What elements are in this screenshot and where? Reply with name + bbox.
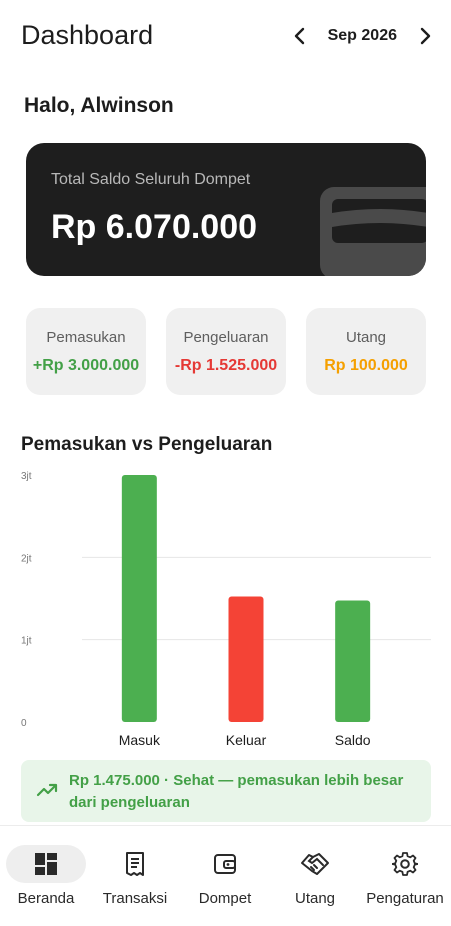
receipt-icon xyxy=(126,852,144,876)
balance-summary-text: Rp 1.475.000 · Sehat — pemasukan lebih b… xyxy=(69,772,404,811)
greeting-text: Halo, Alwinson xyxy=(24,94,174,117)
next-month-button[interactable] xyxy=(411,22,439,50)
previous-month-button[interactable] xyxy=(286,22,314,50)
chevron-right-icon xyxy=(420,27,431,45)
stats-row: Pemasukan +Rp 3.000.000 Pengeluaran -Rp … xyxy=(26,308,426,395)
nav-item-beranda[interactable]: Beranda xyxy=(1,826,91,926)
gear-icon xyxy=(392,852,418,876)
nav-label-utang: Utang xyxy=(294,890,336,907)
wallet-icon xyxy=(214,854,236,874)
y-tick-label: 3jt xyxy=(21,471,32,482)
y-tick-label: 1jt xyxy=(21,636,32,647)
bar-keluar xyxy=(228,596,264,722)
nav-item-pengaturan[interactable]: Pengaturan xyxy=(360,826,450,926)
nav-item-utang[interactable]: Utang xyxy=(270,826,360,926)
income-card[interactable]: Pemasukan +Rp 3.000.000 xyxy=(26,308,146,395)
nav-label-beranda: Beranda xyxy=(17,890,75,907)
chart-title: Pemasukan vs Pengeluaran xyxy=(21,434,273,455)
current-month: Sep 2026 xyxy=(327,27,397,44)
debt-label: Utang xyxy=(345,329,387,346)
bar-saldo xyxy=(335,600,371,722)
x-category-label: Keluar xyxy=(226,732,267,748)
handshake-icon xyxy=(301,853,329,875)
nav-label-dompet: Dompet xyxy=(198,890,252,907)
chevron-left-icon xyxy=(294,27,304,45)
x-category-label: Saldo xyxy=(335,732,371,748)
x-category-label: Masuk xyxy=(119,732,161,748)
wallet-icon xyxy=(320,187,426,276)
page-title: Dashboard xyxy=(21,20,154,50)
dashboard-icon xyxy=(35,853,57,875)
debt-card[interactable]: Utang Rp 100.000 xyxy=(306,308,426,395)
y-tick-label: 0 xyxy=(21,718,27,729)
y-tick-label: 2jt xyxy=(21,553,32,564)
nav-item-transaksi[interactable]: Transaksi xyxy=(90,826,180,926)
total-balance-label: Total Saldo Seluruh Dompet xyxy=(51,171,251,188)
month-navigator: Sep 2026 xyxy=(286,22,439,50)
income-label: Pemasukan xyxy=(46,329,126,346)
nav-item-dompet[interactable]: Dompet xyxy=(180,826,270,926)
bar-masuk xyxy=(121,475,157,722)
bottom-navigation: Beranda Transaksi Dompet Utang Pengatura… xyxy=(0,825,451,926)
expense-label: Pengeluaran xyxy=(183,329,269,346)
income-value: +Rp 3.000.000 xyxy=(32,357,140,374)
total-balance-card[interactable]: Total Saldo Seluruh Dompet Rp 6.070.000 xyxy=(26,143,426,276)
income-expense-bar-chart: 0 1jt 2jt 3jt Masuk Keluar Saldo xyxy=(21,471,431,748)
app-header: Dashboard Sep 2026 xyxy=(0,0,451,72)
trending-up-icon xyxy=(36,783,58,797)
nav-label-pengaturan: Pengaturan xyxy=(366,890,444,907)
debt-value: Rp 100.000 xyxy=(324,357,408,374)
balance-summary-banner: Rp 1.475.000 · Sehat — pemasukan lebih b… xyxy=(21,760,431,822)
total-balance-value: Rp 6.070.000 xyxy=(51,208,258,246)
nav-label-transaksi: Transaksi xyxy=(102,890,168,907)
expense-value: -Rp 1.525.000 xyxy=(174,357,278,374)
expense-card[interactable]: Pengeluaran -Rp 1.525.000 xyxy=(166,308,286,395)
